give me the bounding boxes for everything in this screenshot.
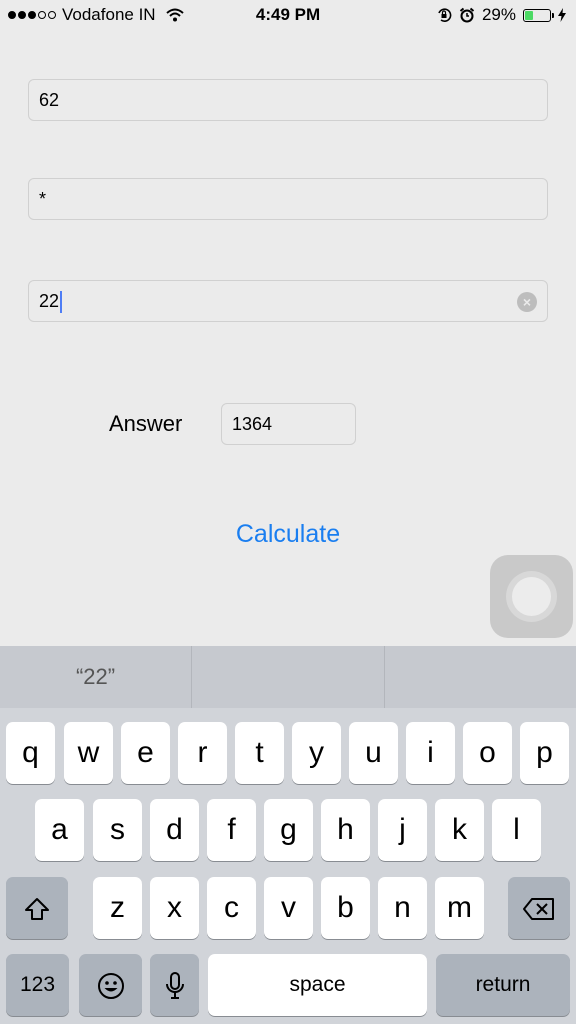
battery-icon — [523, 8, 554, 22]
key-d[interactable]: d — [150, 799, 199, 861]
answer-value: 1364 — [232, 414, 273, 434]
suggestion-3[interactable] — [385, 646, 576, 708]
alarm-icon — [459, 7, 475, 23]
second-operand-field[interactable]: 22 × — [28, 280, 548, 322]
key-x[interactable]: x — [150, 877, 199, 939]
space-key[interactable]: space — [208, 954, 427, 1016]
key-t[interactable]: t — [235, 722, 284, 784]
status-right: 29% — [436, 5, 566, 25]
operator-field[interactable]: * — [28, 178, 548, 220]
key-q[interactable]: q — [6, 722, 55, 784]
key-w[interactable]: w — [64, 722, 113, 784]
key-y[interactable]: y — [292, 722, 341, 784]
backspace-icon — [523, 898, 554, 921]
key-r[interactable]: r — [178, 722, 227, 784]
shift-icon — [25, 898, 49, 921]
key-f[interactable]: f — [207, 799, 256, 861]
backspace-key[interactable] — [508, 877, 570, 939]
numbers-key[interactable]: 123 — [6, 954, 69, 1016]
key-h[interactable]: h — [321, 799, 370, 861]
key-n[interactable]: n — [378, 877, 427, 939]
charging-bolt-icon — [558, 8, 566, 22]
key-e[interactable]: e — [121, 722, 170, 784]
keyboard: “22” q w e r t y u i o p a s d f g h j k… — [0, 646, 576, 1024]
text-cursor — [60, 291, 63, 314]
emoji-icon — [97, 973, 124, 1000]
assistive-touch-button[interactable] — [490, 555, 573, 638]
microphone-icon — [165, 972, 184, 1000]
key-p[interactable]: p — [520, 722, 569, 784]
answer-field: 1364 — [221, 403, 356, 445]
key-u[interactable]: u — [349, 722, 398, 784]
key-z[interactable]: z — [93, 877, 142, 939]
first-operand-field[interactable]: 62 — [28, 79, 548, 121]
orientation-lock-icon — [438, 8, 452, 22]
key-k[interactable]: k — [435, 799, 484, 861]
key-l[interactable]: l — [492, 799, 541, 861]
battery-level-fill — [525, 10, 533, 20]
key-a[interactable]: a — [35, 799, 84, 861]
suggestion-2[interactable] — [192, 646, 384, 708]
clear-text-icon[interactable]: × — [517, 292, 537, 312]
second-operand-value: 22 — [39, 291, 60, 311]
dictation-key[interactable] — [150, 954, 199, 1016]
status-bar: Vodafone IN 4:49 PM 29% — [0, 0, 576, 30]
first-operand-value: 62 — [39, 90, 60, 110]
key-s[interactable]: s — [93, 799, 142, 861]
answer-label: Answer — [109, 411, 183, 436]
key-c[interactable]: c — [207, 877, 256, 939]
key-m[interactable]: m — [435, 877, 484, 939]
key-i[interactable]: i — [406, 722, 455, 784]
key-v[interactable]: v — [264, 877, 313, 939]
key-o[interactable]: o — [463, 722, 512, 784]
predictive-bar: “22” — [0, 646, 576, 708]
emoji-key[interactable] — [79, 954, 142, 1016]
operator-value: * — [39, 189, 47, 209]
suggestion-1[interactable]: “22” — [0, 646, 191, 708]
key-b[interactable]: b — [321, 877, 370, 939]
key-j[interactable]: j — [378, 799, 427, 861]
calculate-button[interactable]: Calculate — [0, 520, 576, 549]
return-key[interactable]: return — [436, 954, 570, 1016]
battery-percent: 29% — [481, 5, 516, 24]
key-g[interactable]: g — [264, 799, 313, 861]
shift-key[interactable] — [6, 877, 68, 939]
